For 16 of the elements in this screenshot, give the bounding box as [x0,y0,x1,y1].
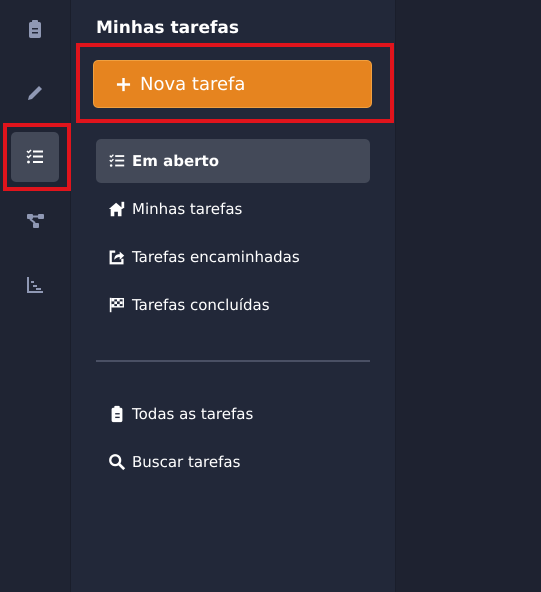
chart-icon [25,275,45,295]
nodes-icon [25,211,45,231]
nav-item[interactable]: Tarefas encaminhadas [96,235,370,279]
house-icon [108,200,126,218]
plus-icon [116,76,131,92]
flag-icon [108,296,126,314]
rail-button[interactable] [11,132,59,182]
search-icon [108,453,126,471]
nav-item[interactable]: Tarefas concluídas [96,283,370,327]
nav-item[interactable]: Todas as tarefas [96,392,370,436]
pencil-icon [25,83,45,103]
panel-title: Minhas tarefas [96,18,240,38]
nav-item[interactable]: Minhas tarefas [96,187,370,231]
share-icon [108,248,126,266]
nav-item[interactable]: Em aberto [96,139,370,183]
nav-item[interactable]: Buscar tarefas [96,440,370,484]
